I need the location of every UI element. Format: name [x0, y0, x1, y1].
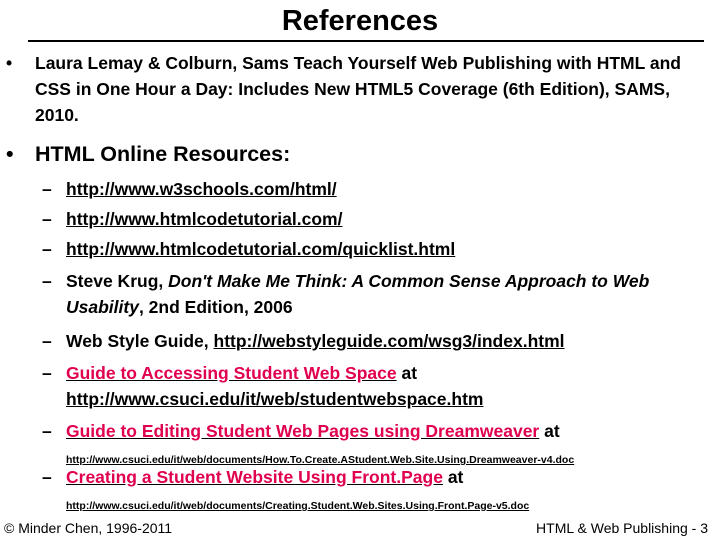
- frontpage-url-link[interactable]: http://www.csuci.edu/it/web/documents/Cr…: [66, 500, 529, 512]
- dreamweaver-at: at: [539, 421, 560, 441]
- dash-icon: –: [42, 331, 52, 351]
- title-divider: [28, 40, 704, 42]
- dash-icon: –: [42, 239, 52, 259]
- bullet-icon: •: [6, 53, 13, 73]
- dash-icon: –: [42, 209, 52, 229]
- dash-icon: –: [42, 271, 52, 291]
- w3schools-link[interactable]: http://www.w3schools.com/html/: [66, 179, 337, 199]
- footer-page-label: HTML & Web Publishing - 3: [536, 520, 708, 536]
- student-space-at: at: [396, 363, 418, 383]
- style-guide-link[interactable]: http://webstyleguide.com/wsg3/index.html: [214, 331, 565, 351]
- frontpage-guide-link[interactable]: Creating a Student Website Using Front.P…: [66, 467, 443, 487]
- slide-title: References: [281, 5, 439, 37]
- dash-icon: –: [42, 179, 52, 199]
- dash-icon: –: [42, 421, 52, 441]
- style-guide-label: Web Style Guide,: [66, 331, 214, 351]
- student-space-url-link[interactable]: http://www.csuci.edu/it/web/studentwebsp…: [66, 389, 483, 409]
- footer-copyright: © Minder Chen, 1996-2011: [4, 520, 173, 536]
- krug-author: Steve Krug,: [66, 271, 169, 291]
- frontpage-at: at: [442, 467, 464, 487]
- bullet-icon: •: [6, 142, 14, 166]
- htmlcodetutorial-link[interactable]: http://www.htmlcodetutorial.com/: [66, 209, 342, 229]
- online-resources-label: HTML Online Resources:: [35, 142, 291, 166]
- dreamweaver-guide-link[interactable]: Guide to Editing Student Web Pages using…: [66, 421, 539, 441]
- dash-icon: –: [42, 363, 52, 383]
- dash-icon: –: [42, 467, 52, 487]
- krug-edition: , 2nd Edition, 2006: [138, 297, 293, 317]
- student-space-guide-link[interactable]: Guide to Accessing Student Web Space: [66, 363, 397, 383]
- reference-book-text: Laura Lemay & Colburn, Sams Teach Yourse…: [35, 53, 681, 125]
- quicklist-link[interactable]: http://www.htmlcodetutorial.com/quicklis…: [66, 239, 455, 259]
